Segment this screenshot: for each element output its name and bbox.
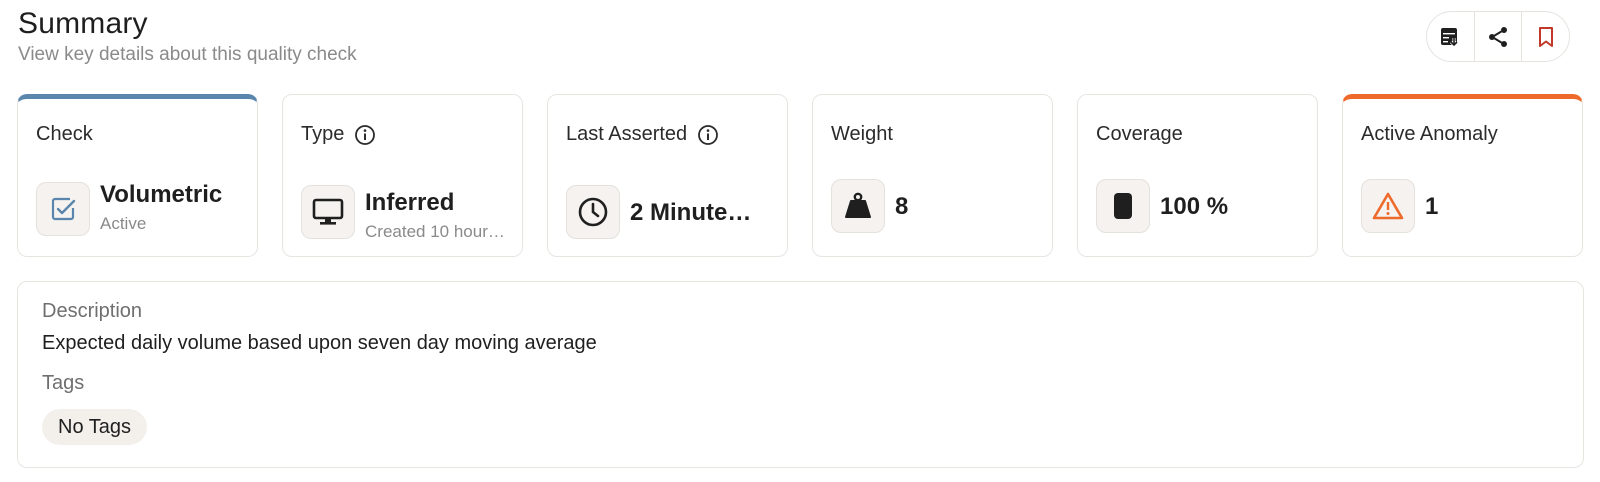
last-asserted-card-label: Last Asserted [566,123,688,145]
weight-card: Weight 8 [812,94,1053,257]
bookmark-icon [1538,26,1553,47]
info-icon[interactable] [697,124,719,146]
coverage-card-value: 100 % [1160,193,1229,220]
type-card: Type Inferred Created 10 hours ago [282,94,523,257]
check-card-label: Check [36,123,93,145]
coverage-card: Coverage 100 % [1077,94,1318,257]
check-card-status: Active [100,214,147,233]
last-asserted-card-value: 2 Minutes ago [630,199,763,226]
active-anomaly-card-label: Active Anomaly [1361,123,1498,145]
table-export-icon [1441,27,1459,47]
type-icon-box [301,185,355,239]
share-icon [1489,26,1507,47]
warning-icon [1372,192,1404,220]
weight-card-label: Weight [831,123,893,145]
info-icon[interactable] [354,124,376,146]
coverage-icon-box [1096,179,1150,233]
last-asserted-card: Last Asserted 2 Minutes ago [547,94,788,257]
coverage-icon [1114,193,1132,219]
description-text: Expected daily volume based upon seven d… [42,332,597,354]
active-anomaly-icon-box [1361,179,1415,233]
bookmark-button[interactable] [1522,12,1569,61]
monitor-icon [312,198,344,225]
no-tags-chip: No Tags [42,409,148,445]
page-title: Summary [18,7,148,40]
summary-page: Summary View key details about this qual… [0,0,1600,482]
check-card-value: Volumetric [100,181,223,208]
page-subtitle: View key details about this quality chec… [18,44,357,65]
weight-icon [845,192,871,218]
description-label: Description [42,300,143,322]
check-icon-box [36,182,90,236]
type-card-value: Inferred [365,189,455,216]
action-button-group [1426,11,1570,62]
weight-icon-box [831,179,885,233]
checkbox-icon [51,197,76,221]
active-anomaly-card: Active Anomaly 1 [1342,94,1583,257]
check-card: Check Volumetric Active [17,94,258,257]
details-panel: Description Expected daily volume based … [17,281,1584,468]
last-asserted-icon-box [566,185,620,239]
tags-label: Tags [42,372,85,394]
coverage-card-label: Coverage [1096,123,1183,145]
active-anomaly-card-value: 1 [1425,193,1439,220]
type-card-created: Created 10 hours ago [365,222,505,241]
export-button[interactable] [1427,12,1475,61]
clock-icon [578,197,608,227]
share-button[interactable] [1475,12,1523,61]
type-card-label: Type [301,123,345,145]
weight-card-value: 8 [895,193,909,220]
